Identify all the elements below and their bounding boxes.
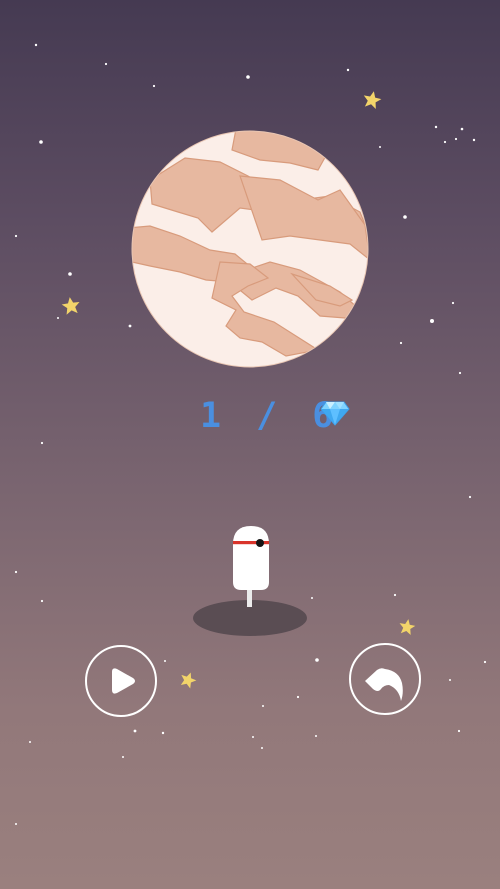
- back-button[interactable]: [349, 643, 421, 715]
- rocket-character: [233, 526, 269, 607]
- back-arrow-icon: [365, 668, 403, 701]
- play-icon: [112, 668, 135, 694]
- play-button[interactable]: [85, 645, 157, 717]
- yellow-star-icon: [61, 297, 80, 315]
- diamond-gem-icon: [320, 401, 350, 426]
- space-background: [14, 43, 487, 825]
- yellow-star-icon: [363, 91, 382, 109]
- planet: [131, 130, 369, 368]
- yellow-star-icon: [399, 619, 416, 635]
- yellow-star-icon: [180, 672, 197, 689]
